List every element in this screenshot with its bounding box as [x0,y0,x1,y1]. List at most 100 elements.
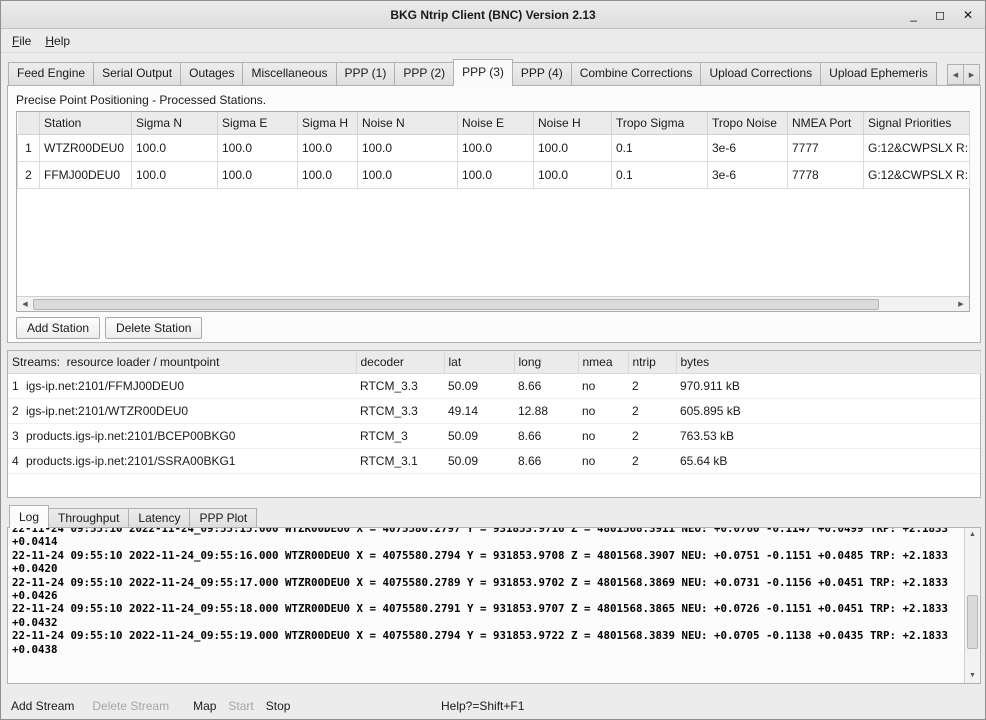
menu-file[interactable]: File [5,31,38,51]
stations-hscrollbar[interactable]: ◀ ▶ [17,296,969,311]
col-lat: lat [444,351,514,373]
bottom-tabbar: Log Throughput Latency PPP Plot [9,505,257,528]
cell-noise-h[interactable]: 100.0 [534,134,612,161]
cell-decoder: RTCM_3.3 [356,398,444,423]
cell-tropo-noise[interactable]: 3e-6 [708,134,788,161]
tab-ppp-4[interactable]: PPP (4) [512,62,572,85]
map-action[interactable]: Map [193,699,216,713]
stream-row[interactable]: 3 products.igs-ip.net:2101/BCEP00BKG0 RT… [8,423,980,448]
ppp3-pane: Precise Point Positioning - Processed St… [7,85,981,343]
col-long: long [514,351,578,373]
cell-lat: 50.09 [444,423,514,448]
tab-scroll-right-icon[interactable]: ▶ [963,64,980,85]
cell-long: 8.66 [514,448,578,473]
cell-sigma-n[interactable]: 100.0 [132,161,218,188]
cell-sigma-e[interactable]: 100.0 [218,161,298,188]
cell-noise-e[interactable]: 100.0 [458,161,534,188]
cell-sigma-h[interactable]: 100.0 [298,161,358,188]
tab-serial-output[interactable]: Serial Output [93,62,181,85]
cell-signal-priorities[interactable]: G:12&CWPSLX R:12 [864,134,970,161]
cell-mountpoint: igs-ip.net:2101/FFMJ00DEU0 [22,373,356,398]
delete-station-button[interactable]: Delete Station [105,317,202,339]
add-stream-action[interactable]: Add Stream [11,699,74,713]
hscroll-thumb[interactable] [33,299,879,310]
cell-nmea: no [578,373,628,398]
cell-decoder: RTCM_3 [356,423,444,448]
cell-noise-e[interactable]: 100.0 [458,134,534,161]
streams-panel: Streams: resource loader / mountpoint de… [7,350,981,498]
pane-description: Precise Point Positioning - Processed St… [16,93,266,107]
log-line: +0.0420 [12,562,964,575]
cell-decoder: RTCM_3.3 [356,373,444,398]
cell-sigma-n[interactable]: 100.0 [132,134,218,161]
menu-help[interactable]: Help [38,31,77,51]
tab-upload-ephemeris[interactable]: Upload Ephemeris [820,62,937,85]
log-panel: 22-11-24 09:55:10 2022-11-24_09:55:15.00… [7,527,981,684]
tab-feed-engine[interactable]: Feed Engine [8,62,94,85]
cell-station[interactable]: WTZR00DEU0 [40,134,132,161]
scroll-left-icon[interactable]: ◀ [17,300,33,308]
cell-long: 8.66 [514,373,578,398]
col-bytes: bytes [676,351,980,373]
scroll-up-icon[interactable]: ▲ [965,528,980,542]
vscroll-track[interactable] [965,542,980,669]
menubar: File Help [1,30,985,53]
cell-nmea-port[interactable]: 7777 [788,134,864,161]
log-line: 22-11-24 09:55:10 2022-11-24_09:55:18.00… [12,602,964,615]
tab-miscellaneous[interactable]: Miscellaneous [242,62,336,85]
col-station: Station [40,112,132,134]
col-signal-priorities: Signal Priorities [864,112,970,134]
cell-tropo-sigma[interactable]: 0.1 [612,134,708,161]
maximize-icon[interactable]: ◻ [935,9,945,21]
stop-action[interactable]: Stop [266,699,291,713]
tab-ppp-3[interactable]: PPP (3) [453,59,513,86]
log-line: +0.0426 [12,589,964,602]
tab-outages[interactable]: Outages [180,62,243,85]
tab-upload-corrections[interactable]: Upload Corrections [700,62,821,85]
window-controls: _ ◻ ✕ [910,1,973,29]
cell-decoder: RTCM_3.1 [356,448,444,473]
minimize-icon[interactable]: _ [910,9,917,21]
tab-ppp-1[interactable]: PPP (1) [336,62,396,85]
tab-throughput[interactable]: Throughput [48,508,129,527]
stream-row[interactable]: 4 products.igs-ip.net:2101/SSRA00BKG1 RT… [8,448,980,473]
tab-scroll-left-icon[interactable]: ◀ [947,64,964,85]
log-vscrollbar[interactable]: ▲ ▼ [964,528,980,683]
col-decoder: decoder [356,351,444,373]
stream-row[interactable]: 1 igs-ip.net:2101/FFMJ00DEU0 RTCM_3.3 50… [8,373,980,398]
vscroll-thumb[interactable] [967,595,978,648]
main-tabbar: Feed Engine Serial Output Outages Miscel… [1,58,985,86]
station-row[interactable]: 2 FFMJ00DEU0 100.0 100.0 100.0 100.0 100… [18,161,970,188]
cell-station[interactable]: FFMJ00DEU0 [40,161,132,188]
stream-row[interactable]: 2 igs-ip.net:2101/WTZR00DEU0 RTCM_3.3 49… [8,398,980,423]
scroll-down-icon[interactable]: ▼ [965,669,980,683]
col-sigma-n: Sigma N [132,112,218,134]
stations-table: Station Sigma N Sigma E Sigma H Noise N … [17,112,970,189]
cell-signal-priorities[interactable]: G:12&CWPSLX R:12 [864,161,970,188]
cell-noise-h[interactable]: 100.0 [534,161,612,188]
col-nmea: nmea [578,351,628,373]
row-number[interactable]: 2 [18,161,40,188]
tab-latency[interactable]: Latency [128,508,190,527]
tab-combine-corrections[interactable]: Combine Corrections [571,62,702,85]
cell-ntrip: 2 [628,423,676,448]
cell-ntrip: 2 [628,448,676,473]
cell-noise-n[interactable]: 100.0 [358,134,458,161]
station-row[interactable]: 1 WTZR00DEU0 100.0 100.0 100.0 100.0 100… [18,134,970,161]
scroll-right-icon[interactable]: ▶ [953,300,969,308]
row-number[interactable]: 1 [18,134,40,161]
add-station-button[interactable]: Add Station [16,317,100,339]
cell-sigma-h[interactable]: 100.0 [298,134,358,161]
cell-tropo-noise[interactable]: 3e-6 [708,161,788,188]
tab-log[interactable]: Log [9,505,49,528]
tab-ppp-2[interactable]: PPP (2) [394,62,454,85]
cell-bytes: 65.64 kB [676,448,980,473]
cell-tropo-sigma[interactable]: 0.1 [612,161,708,188]
tab-ppp-plot[interactable]: PPP Plot [189,508,257,527]
cell-sigma-e[interactable]: 100.0 [218,134,298,161]
cell-noise-n[interactable]: 100.0 [358,161,458,188]
cell-nmea-port[interactable]: 7778 [788,161,864,188]
col-tropo-sigma: Tropo Sigma [612,112,708,134]
close-icon[interactable]: ✕ [963,9,973,21]
row-number: 1 [8,373,22,398]
